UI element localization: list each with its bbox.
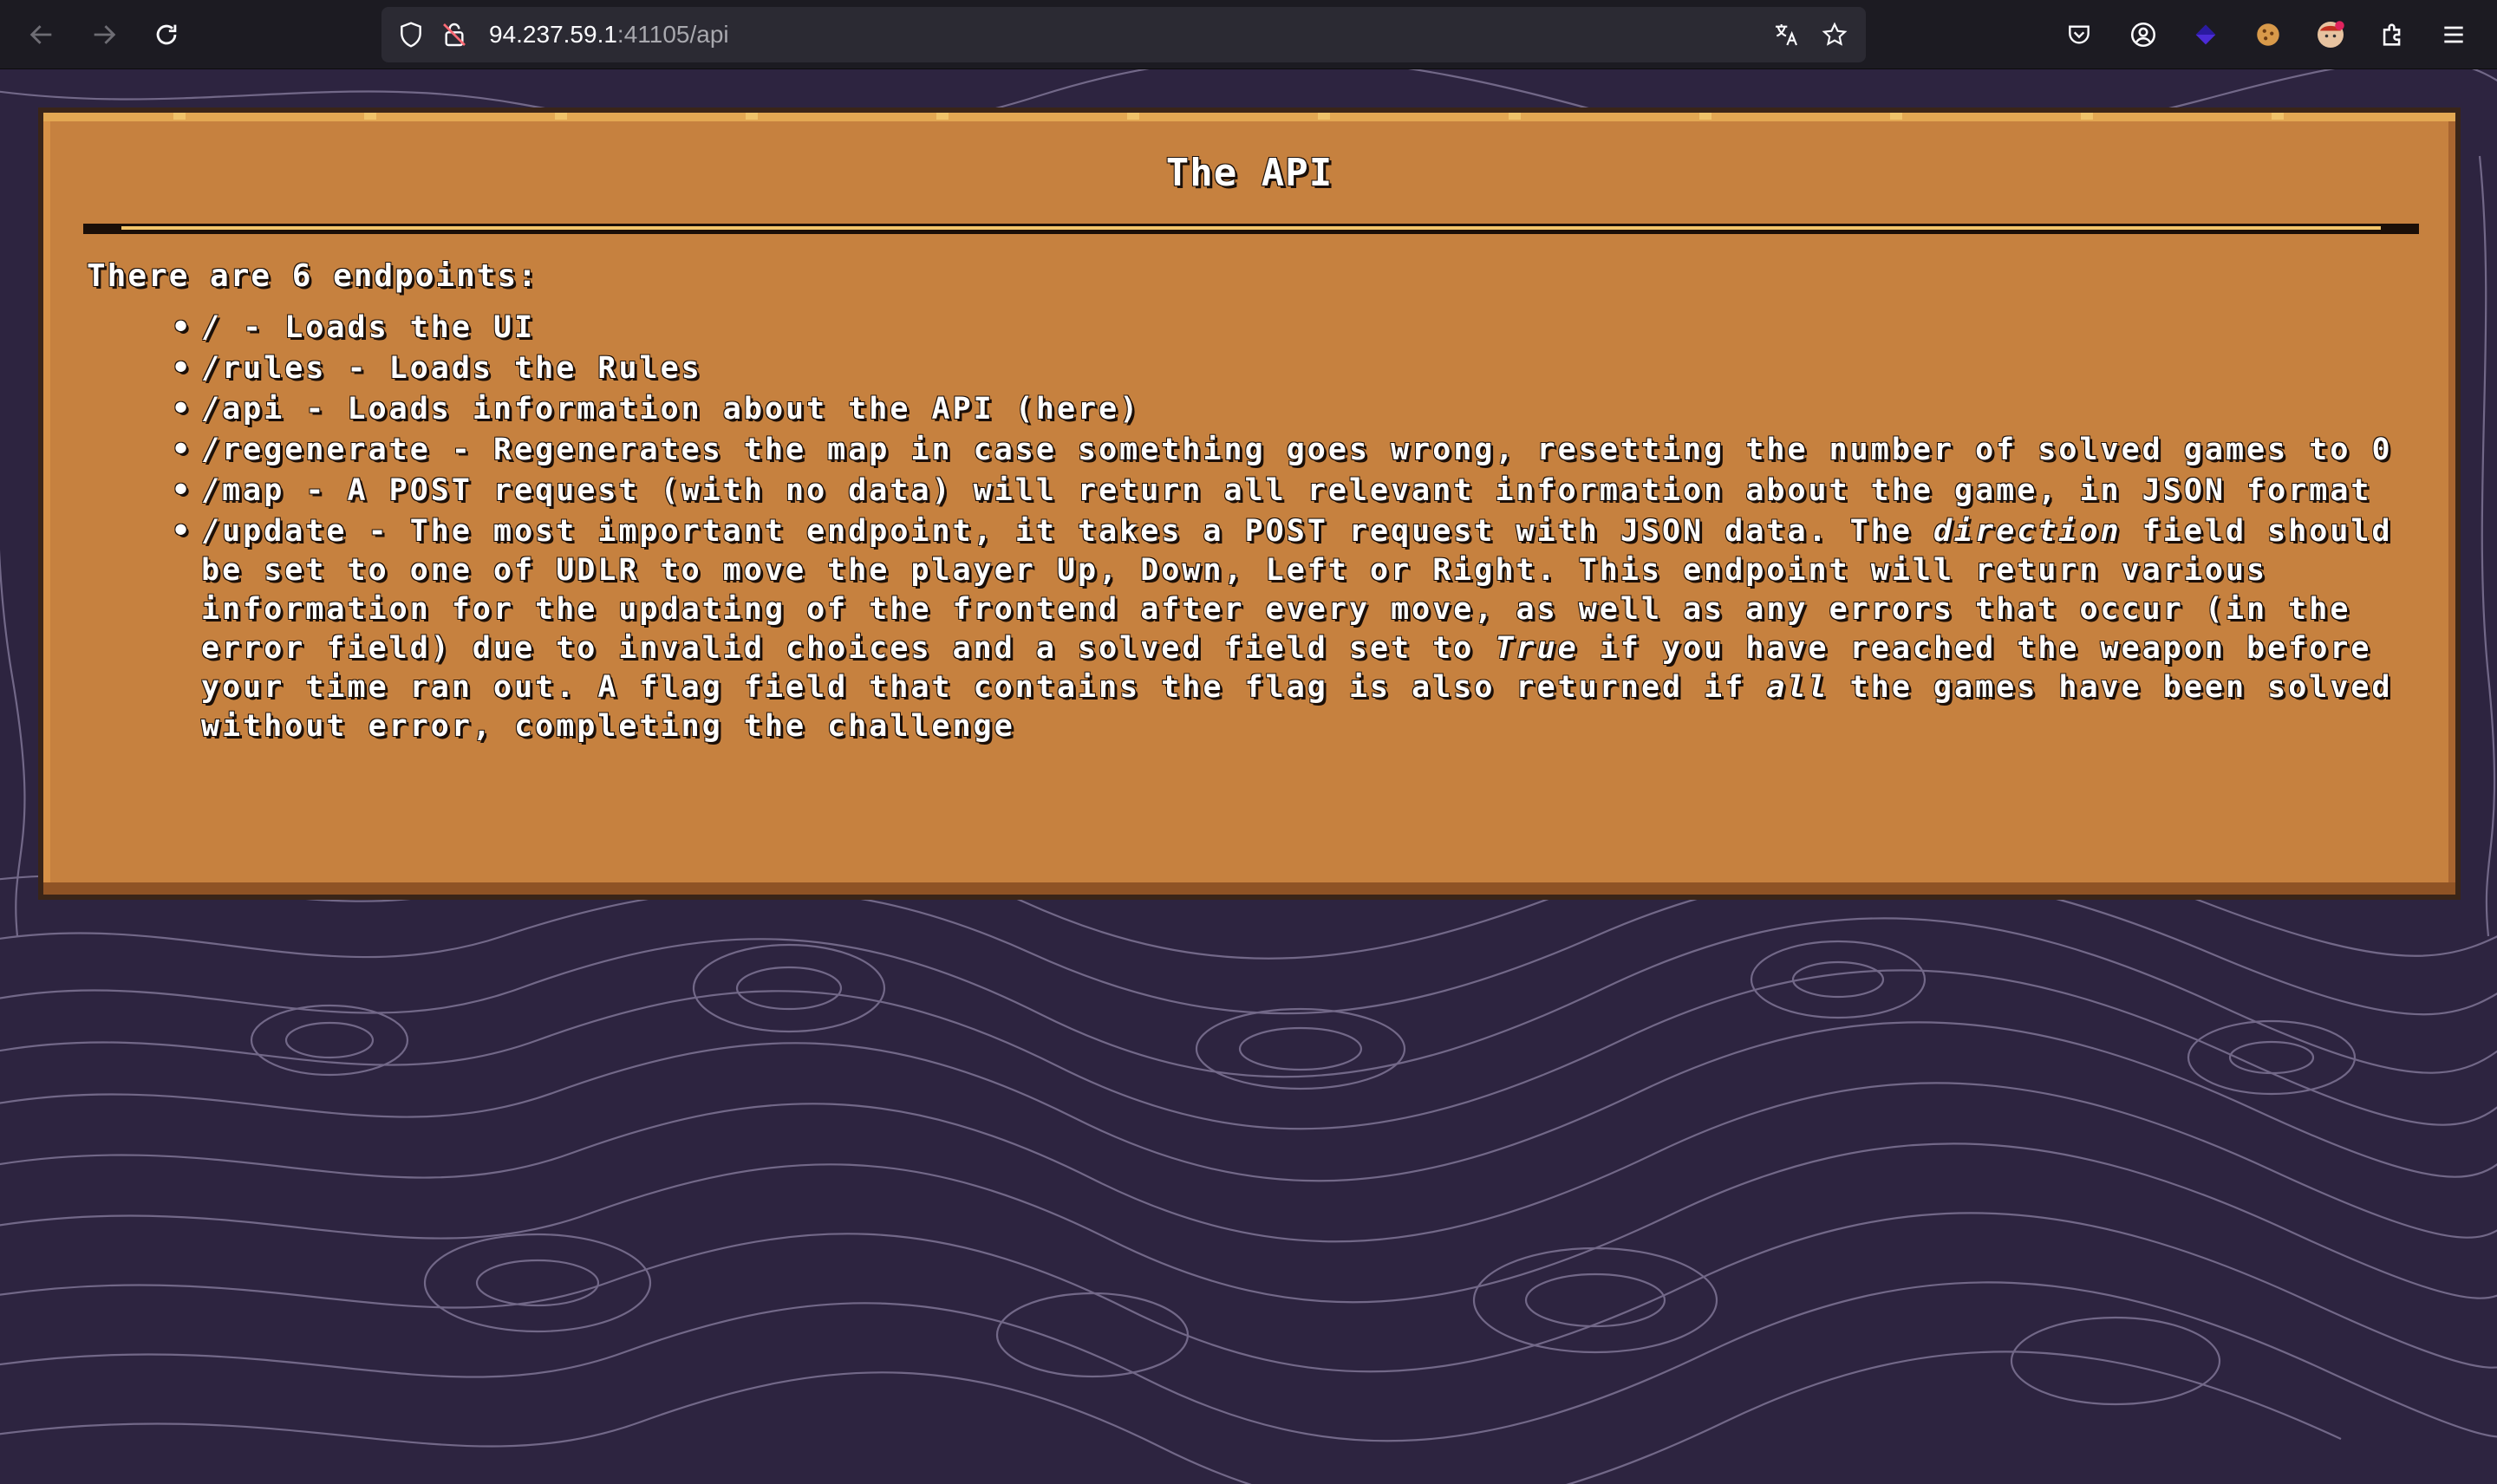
panel-notch <box>1318 113 1330 120</box>
extension-diamond-icon[interactable] <box>2187 16 2225 54</box>
endpoint-description: - Loads the UI <box>222 310 536 345</box>
endpoint-description: - Regenerates the map in case something … <box>430 433 2393 467</box>
endpoint-list: • / - Loads the UI •/rules - Loads the Ru… <box>165 309 2454 748</box>
bullet: • <box>172 473 193 508</box>
bullet: • <box>172 433 193 467</box>
endpoint-path: /map <box>201 473 285 508</box>
api-info-panel: The API There are 6 endpoints: • / - Load… <box>38 107 2461 900</box>
emphasis-all: all <box>1766 670 1829 705</box>
value-true: True <box>1495 631 1579 666</box>
browser-toolbar: 94.237.59.1:41105/api <box>0 0 2497 69</box>
cookie-extension-icon[interactable] <box>2249 16 2287 54</box>
endpoint-item-api: •/api - Loads information about the API … <box>165 390 2454 429</box>
extensions-puzzle-icon[interactable] <box>2374 16 2412 54</box>
bookmark-star-icon[interactable] <box>1817 17 1852 52</box>
endpoint-path: / <box>201 310 223 345</box>
endpoints-intro: There are 6 endpoints: <box>87 258 538 294</box>
account-icon[interactable] <box>2124 16 2162 54</box>
panel-notch <box>1890 113 1902 120</box>
endpoint-item-map: •/map - A POST request (with no data) wi… <box>165 472 2454 511</box>
bullet: • <box>172 514 193 549</box>
panel-notch <box>936 113 949 120</box>
insecure-lock-icon[interactable] <box>437 17 472 52</box>
endpoint-item-rules: •/rules - Loads the Rules <box>165 349 2454 388</box>
panel-notch <box>1509 113 1521 120</box>
page-title: The API <box>1165 151 1333 195</box>
field-name-direction: direction <box>1933 514 2122 549</box>
panel-notch <box>555 113 567 120</box>
arrow-left-icon <box>29 25 52 44</box>
endpoint-path: /rules <box>201 351 327 386</box>
translate-icon[interactable] <box>1769 17 1803 52</box>
panel-notch <box>1699 113 1711 120</box>
page-viewport: The API There are 6 endpoints: • / - Load… <box>0 69 2497 1484</box>
title-divider <box>83 224 2419 234</box>
endpoint-path: /regenerate <box>201 433 431 467</box>
panel-notch <box>1127 113 1139 120</box>
url-host: 94.237.59.1 <box>489 21 617 48</box>
avatar-extension-icon[interactable] <box>2311 16 2350 54</box>
pocket-icon[interactable] <box>2060 16 2098 54</box>
endpoint-description: - Loads the Rules <box>326 351 702 386</box>
panel-notch <box>746 113 758 120</box>
back-button[interactable] <box>23 16 61 54</box>
url-text[interactable]: 94.237.59.1:41105/api <box>489 7 729 62</box>
forward-button[interactable] <box>85 16 123 54</box>
bullet: • <box>172 310 193 345</box>
menu-hamburger-icon[interactable] <box>2435 16 2473 54</box>
panel-notch <box>2272 113 2284 120</box>
endpoint-item-root: • / - Loads the UI <box>165 309 2454 348</box>
address-bar[interactable]: 94.237.59.1:41105/api <box>381 7 1866 62</box>
bullet: • <box>172 392 193 426</box>
panel-notch <box>364 113 376 120</box>
endpoint-path: /api <box>201 392 285 426</box>
panel-notch <box>2081 113 2093 120</box>
endpoint-item-update: •/update - The most important endpoint, … <box>165 512 2454 746</box>
bullet: • <box>172 351 193 386</box>
arrow-right-icon <box>94 25 116 44</box>
endpoint-item-regenerate: •/regenerate - Regenerates the map in ca… <box>165 431 2454 470</box>
reload-button[interactable] <box>147 16 186 54</box>
panel-notch <box>173 113 186 120</box>
endpoint-path: /update <box>201 514 348 549</box>
shield-icon[interactable] <box>394 17 428 52</box>
endpoint-description: - Loads information about the API (here) <box>284 392 1141 426</box>
reload-icon <box>156 24 177 45</box>
endpoint-description: - The most important endpoint, it takes … <box>347 514 1933 549</box>
url-path: :41105/api <box>616 21 729 48</box>
endpoint-description: - A POST request (with no data) will ret… <box>284 473 2372 508</box>
